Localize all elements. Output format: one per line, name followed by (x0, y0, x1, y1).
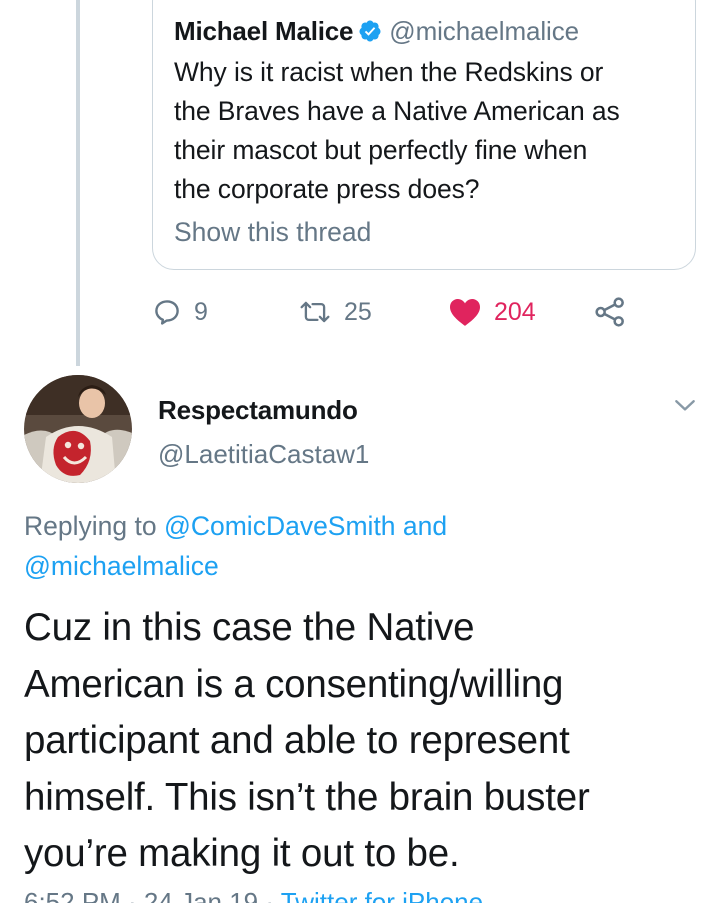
reply-count: 9 (194, 297, 208, 326)
reply-tweet-text: Cuz in this case the Native American is … (24, 600, 714, 883)
quoted-tweet-text: Why is it racist when the Redskins or th… (174, 53, 675, 209)
show-thread-link[interactable]: Show this thread (174, 214, 675, 250)
retweet-icon (298, 297, 332, 327)
chevron-down-icon (672, 400, 698, 422)
replying-and[interactable]: and (403, 511, 447, 541)
replying-to-prefix: Replying to (24, 511, 157, 541)
retweet-count: 25 (344, 297, 372, 326)
quoted-author-name[interactable]: Michael Malice (174, 16, 353, 47)
reply-button[interactable]: 9 (152, 292, 208, 332)
mention-link[interactable]: @michaelmalice (24, 551, 219, 581)
quoted-text-line: Why is it racist when the Redskins or (174, 57, 604, 87)
reply-author-handle[interactable]: @LaetitiaCastaw1 (158, 436, 369, 472)
tweet-text-line: you’re making it out to be. (24, 832, 460, 875)
heart-icon (448, 297, 482, 327)
reply-icon (152, 297, 182, 327)
tweet-meta: 6:52 PM · 24 Jan 19 · Twitter for iPhone (24, 884, 483, 903)
share-icon (594, 296, 626, 328)
quoted-text-line: their mascot but perfectly fine when (174, 135, 588, 165)
tweet-text-line: himself. This isn’t the brain buster (24, 775, 590, 819)
thread-connector-line (76, 0, 80, 366)
more-options-button[interactable] (672, 392, 698, 418)
tweet-text-line: participant and able to represent (24, 719, 570, 762)
tweet-action-bar: 9 25 204 (152, 292, 712, 332)
verified-badge-icon (358, 19, 382, 43)
tweet-timestamp: 6:52 PM · 24 Jan 19 · (24, 887, 281, 903)
replying-to-line: Replying to @ComicDaveSmith and (24, 506, 704, 546)
quoted-text-line: the Braves have a Native American as (174, 96, 620, 126)
tweet-text-line: Cuz in this case the Native (24, 606, 475, 649)
quoted-text-line: the corporate press does? (174, 174, 480, 204)
avatar[interactable] (24, 375, 132, 483)
quoted-tweet-card[interactable]: Michael Malice @michaelmalice Why is it … (152, 0, 696, 270)
tweet-text-line: American is a consenting/willing (24, 662, 564, 706)
reply-author: Respectamundo @LaetitiaCastaw1 (158, 392, 369, 472)
tweet-detail-screen: Michael Malice @michaelmalice Why is it … (0, 0, 720, 903)
quoted-tweet-header: Michael Malice @michaelmalice (174, 13, 675, 49)
like-button[interactable]: 204 (448, 292, 536, 332)
replying-to-line: @michaelmalice (24, 546, 704, 586)
reply-author-name[interactable]: Respectamundo (158, 392, 369, 428)
tweet-source-link[interactable]: Twitter for iPhone (281, 887, 483, 903)
mention-link[interactable]: @ComicDaveSmith (164, 511, 396, 541)
quoted-author-handle[interactable]: @michaelmalice (389, 16, 579, 47)
retweet-button[interactable]: 25 (298, 292, 372, 332)
replying-to: Replying to @ComicDaveSmith and @michael… (24, 506, 704, 586)
share-button[interactable] (594, 292, 626, 332)
like-count: 204 (494, 297, 536, 326)
